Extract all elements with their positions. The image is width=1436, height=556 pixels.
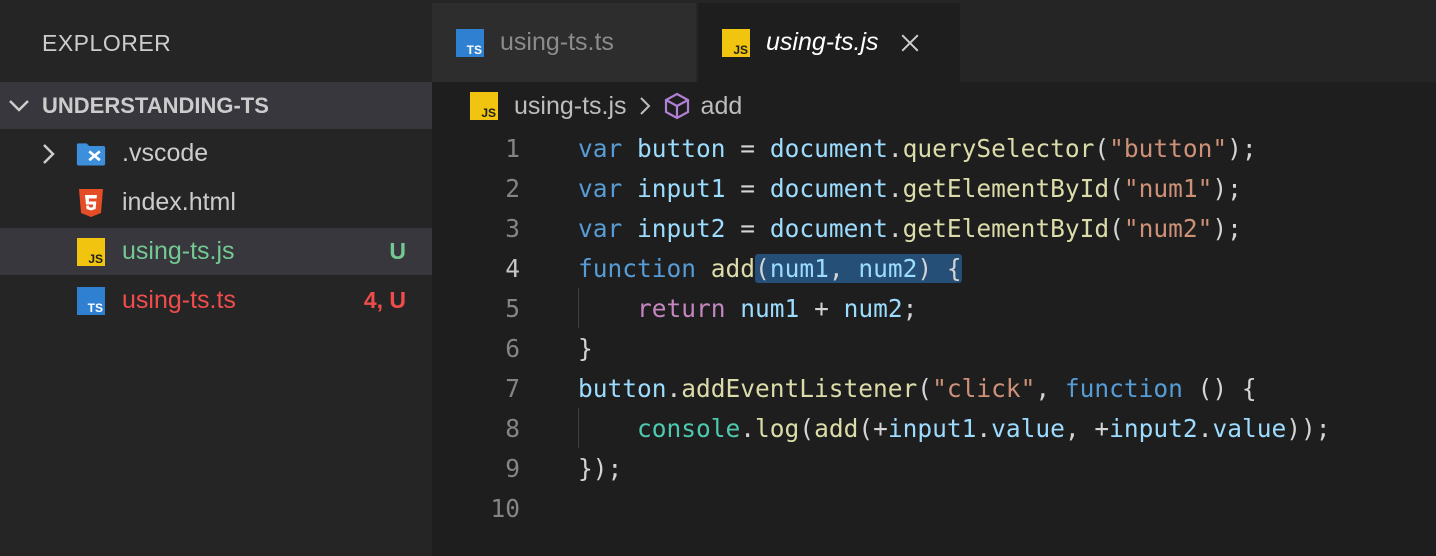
explorer-sidebar: EXPLORER UNDERSTANDING-TS .vscode index.… — [0, 0, 432, 556]
tree-item-label: using-ts.ts — [122, 286, 236, 314]
editor-tab-bar: TS using-ts.ts JS using-ts.js — [432, 0, 1436, 82]
tree-item-vscode-folder[interactable]: .vscode — [0, 130, 432, 177]
line-number: 4 — [505, 253, 520, 283]
js-file-icon: JS — [76, 237, 106, 267]
git-status-badge: U — [389, 238, 406, 264]
code-text: }); — [578, 453, 623, 483]
code-line: 1 var button = document.querySelector("b… — [432, 128, 1436, 168]
tree-item-index-html[interactable]: index.html — [0, 179, 432, 226]
code-text: var input2 = document.getElementById("nu… — [578, 213, 1242, 243]
code-line: 10 — [432, 488, 1436, 528]
ts-file-icon: TS — [76, 286, 106, 316]
problem-status-badge: 4, U — [363, 287, 406, 313]
tree-item-label: using-ts.js — [122, 237, 235, 265]
line-number: 5 — [505, 293, 520, 323]
code-line: 5 return num1 + num2; — [432, 288, 1436, 328]
cube-icon — [663, 92, 691, 120]
tree-item-using-ts-js[interactable]: JS using-ts.js U — [0, 228, 432, 275]
code-line: 8 console.log(add(+input1.value, +input2… — [432, 408, 1436, 448]
chevron-right-icon — [639, 96, 651, 116]
breadcrumb: JS using-ts.js add — [470, 86, 742, 126]
code-text: function add(num1, num2) { — [578, 253, 962, 283]
chevron-right-icon — [38, 143, 58, 164]
code-line: 9 }); — [432, 448, 1436, 488]
tab-using-ts-js[interactable]: JS using-ts.js — [698, 3, 960, 82]
line-number: 3 — [505, 213, 520, 243]
ts-file-icon: TS — [456, 28, 484, 57]
code-text: var button = document.querySelector("but… — [578, 133, 1257, 163]
explorer-title: EXPLORER — [42, 30, 172, 56]
tab-label: using-ts.js — [766, 28, 879, 56]
code-line: 4 function add(num1, num2) { — [432, 248, 1436, 288]
code-line: 2 var input1 = document.getElementById("… — [432, 168, 1436, 208]
breadcrumb-file[interactable]: using-ts.js — [514, 92, 627, 121]
html5-icon — [76, 188, 106, 218]
js-file-icon: JS — [470, 92, 498, 120]
code-text: return num1 + num2; — [637, 293, 918, 323]
line-number: 9 — [505, 453, 520, 483]
chevron-down-icon — [8, 95, 30, 117]
tree-item-label: index.html — [122, 188, 236, 216]
tab-using-ts-ts[interactable]: TS using-ts.ts — [432, 3, 696, 82]
text-selection: (num1, num2) { — [755, 253, 962, 283]
code-line: 6 } — [432, 328, 1436, 368]
line-number: 7 — [505, 373, 520, 403]
tree-item-label: .vscode — [122, 139, 209, 167]
breadcrumb-symbol[interactable]: add — [701, 92, 743, 121]
workspace-section-header[interactable]: UNDERSTANDING-TS — [0, 82, 432, 129]
code-editor[interactable]: 1 var button = document.querySelector("b… — [432, 128, 1436, 556]
line-number: 10 — [490, 493, 520, 523]
line-number: 8 — [505, 413, 520, 443]
code-text: console.log(add(+input1.value, +input2.v… — [637, 413, 1331, 443]
workspace-name: UNDERSTANDING-TS — [42, 92, 269, 118]
js-file-icon: JS — [722, 28, 750, 57]
line-number: 6 — [505, 333, 520, 363]
code-line: 3 var input2 = document.getElementById("… — [432, 208, 1436, 248]
code-text: } — [578, 333, 593, 363]
close-icon[interactable] — [899, 32, 921, 54]
code-text: button.addEventListener("click", functio… — [578, 373, 1257, 403]
line-number: 2 — [505, 173, 520, 203]
tree-item-using-ts-ts[interactable]: TS using-ts.ts 4, U — [0, 277, 432, 324]
code-line: 7 button.addEventListener("click", funct… — [432, 368, 1436, 408]
code-text: var input1 = document.getElementById("nu… — [578, 173, 1242, 203]
tab-label: using-ts.ts — [500, 28, 614, 56]
line-number: 1 — [505, 133, 520, 163]
vscode-folder-icon — [76, 139, 106, 169]
